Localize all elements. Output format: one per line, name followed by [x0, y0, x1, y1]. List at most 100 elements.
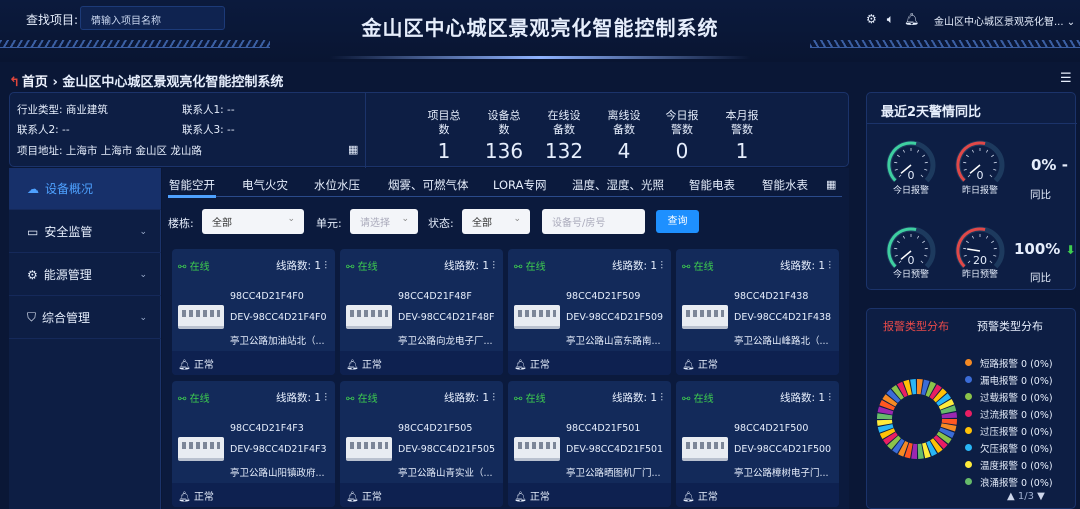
- yesterday-warning-value: 20: [973, 254, 987, 267]
- card-footer: 🔔︎ 正常: [340, 351, 503, 375]
- device-id: DEV-98CC4D21F500: [734, 444, 832, 455]
- sliders-icon[interactable]: ⫶: [828, 392, 831, 404]
- link-icon: ⚯: [682, 394, 691, 405]
- tab-alarm-distribution[interactable]: 报警类型分布: [883, 318, 949, 334]
- stat-item: 在线设 备数 132: [539, 109, 589, 163]
- card-footer: 🔔︎ 正常: [676, 351, 839, 375]
- energy-icon: ⚙: [27, 267, 38, 282]
- device-type-tab[interactable]: 电气火灾: [242, 177, 288, 193]
- chevron-down-icon[interactable]: ⌄: [139, 227, 147, 237]
- page-up-icon[interactable]: ▲: [1007, 491, 1015, 502]
- header-icons: ⚙ 🔈︎ 🔔︎: [866, 12, 919, 27]
- device-code: 98CC4D21F48F: [398, 291, 472, 302]
- line-count-text: 线路数: 1: [275, 260, 322, 272]
- user-menu[interactable]: 金山区中心城区景观亮化智... ⌄: [934, 13, 1075, 28]
- sidebar: ☁ 设备概况 ▭ 安全监管 ⌄ ⚙ 能源管理 ⌄ ⛉ 综合管理 ⌄: [9, 168, 161, 509]
- device-card[interactable]: ⚯ 在线 线路数: 1 ⫶ 98CC4D21F509 DEV-98CC4D21F…: [508, 249, 671, 375]
- online-status: ⚯ 在线: [346, 390, 378, 405]
- device-card[interactable]: ⚯ 在线 线路数: 1 ⫶ 98CC4D21F505 DEV-98CC4D21F…: [340, 381, 503, 507]
- legend-item: 温度报警 0 (0%): [965, 456, 1053, 473]
- collapse-menu-icon[interactable]: ☰: [1060, 71, 1072, 86]
- legend-label: 温度报警 0 (0%): [980, 460, 1053, 472]
- divider: [867, 123, 1077, 124]
- back-arrow-icon[interactable]: ↰: [9, 75, 20, 90]
- sidebar-item[interactable]: ⛉ 综合管理 ⌄: [9, 297, 161, 339]
- sidebar-item[interactable]: ▭ 安全监管 ⌄: [9, 211, 161, 253]
- device-address: 亭卫公路山富东路南...: [566, 336, 661, 347]
- speaker-icon[interactable]: 🔈︎: [887, 12, 894, 27]
- header-decoration-center: [330, 56, 750, 59]
- device-type-tab[interactable]: 智能水表: [762, 177, 808, 193]
- online-status: ⚯ 在线: [514, 258, 546, 273]
- tabs-divider: [168, 196, 842, 197]
- device-id: DEV-98CC4D21F4F0: [230, 312, 327, 323]
- bell-icon[interactable]: 🔔︎: [904, 12, 919, 27]
- device-address: 亭卫公路樟树电子门...: [734, 468, 829, 479]
- breaker-device-image: [514, 305, 560, 329]
- device-state: 正常: [361, 492, 382, 503]
- sliders-icon[interactable]: ⫶: [324, 392, 327, 404]
- device-address: 亭卫公路山青实业（...: [398, 468, 493, 479]
- contact-2: 联系人2: --: [17, 124, 70, 136]
- sliders-icon[interactable]: ⫶: [492, 260, 495, 272]
- chevron-down-icon[interactable]: ⌄: [139, 270, 147, 280]
- device-card[interactable]: ⚯ 在线 线路数: 1 ⫶ 98CC4D21F4F0 DEV-98CC4D21F…: [172, 249, 335, 375]
- device-type-tab[interactable]: 水位水压: [314, 177, 360, 193]
- breaker-device-image: [514, 437, 560, 461]
- chevron-down-icon[interactable]: ⌄: [139, 313, 147, 323]
- device-card[interactable]: ⚯ 在线 线路数: 1 ⫶ 98CC4D21F438 DEV-98CC4D21F…: [676, 249, 839, 375]
- online-status-text: 在线: [357, 394, 378, 405]
- stat-label: 本月报: [725, 109, 759, 122]
- sidebar-item[interactable]: ⚙ 能源管理 ⌄: [9, 254, 161, 296]
- legend-item: 过压报警 0 (0%): [965, 422, 1053, 439]
- device-id: DEV-98CC4D21F48F: [398, 312, 495, 323]
- device-card[interactable]: ⚯ 在线 线路数: 1 ⫶ 98CC4D21F501 DEV-98CC4D21F…: [508, 381, 671, 507]
- device-main-panel: 智能空开 电气火灾 水位水压 烟雾、可燃气体 LORA专网 温度、湿度、光照 智能电表 智能水…: [162, 168, 849, 509]
- link-icon: ⚯: [682, 262, 691, 273]
- stat-value: 1: [735, 139, 749, 163]
- monitor-icon: ▭: [27, 224, 39, 239]
- status-select[interactable]: 全部 ⌄: [462, 209, 530, 234]
- device-card[interactable]: ⚯ 在线 线路数: 1 ⫶ 98CC4D21F4F3 DEV-98CC4D21F…: [172, 381, 335, 507]
- stat-label: 今日报: [665, 109, 699, 122]
- device-card[interactable]: ⚯ 在线 线路数: 1 ⫶ 98CC4D21F48F DEV-98CC4D21F…: [340, 249, 503, 375]
- device-address: 亭卫公路山峰路北（...: [734, 336, 829, 347]
- floor-select[interactable]: 全部 ⌄: [202, 209, 304, 234]
- device-type-tab[interactable]: 智能电表: [689, 177, 735, 193]
- unit-select[interactable]: 请选择 ⌄: [350, 209, 418, 234]
- sliders-icon[interactable]: ⫶: [828, 260, 831, 272]
- page-down-icon[interactable]: ▼: [1037, 491, 1045, 502]
- sliders-icon[interactable]: ⫶: [660, 392, 663, 404]
- online-status: ⚯ 在线: [514, 390, 546, 405]
- breadcrumb-separator: ›: [52, 75, 58, 90]
- chevron-down-icon: ⌄: [1066, 17, 1076, 28]
- distribution-donut: [876, 378, 958, 460]
- tab-warning-distribution[interactable]: 预警类型分布: [977, 318, 1043, 334]
- contact-3: 联系人3: --: [182, 124, 235, 136]
- sliders-icon[interactable]: ⫶: [660, 260, 663, 272]
- device-number-input[interactable]: 设备号/房号: [542, 209, 645, 234]
- device-card[interactable]: ⚯ 在线 线路数: 1 ⫶ 98CC4D21F500 DEV-98CC4D21F…: [676, 381, 839, 507]
- sidebar-item[interactable]: ☁ 设备概况: [9, 168, 161, 210]
- online-status-text: 在线: [525, 262, 546, 273]
- device-type-tab[interactable]: 智能空开: [169, 177, 215, 193]
- device-type-tab[interactable]: 烟雾、可燃气体: [388, 177, 469, 193]
- sliders-icon[interactable]: ⫶: [324, 260, 327, 272]
- query-button[interactable]: 查询: [656, 210, 699, 233]
- online-status: ⚯ 在线: [178, 258, 210, 273]
- device-type-tab[interactable]: 温度、湿度、光照: [572, 177, 664, 193]
- breadcrumb-home[interactable]: 首页: [22, 75, 48, 90]
- settings-icon[interactable]: ⚙: [866, 12, 877, 27]
- tab-grid-icon[interactable]: ▦: [826, 178, 836, 191]
- stat-value: 1: [437, 139, 451, 163]
- legend-label: 过载报警 0 (0%): [980, 392, 1053, 404]
- device-code: 98CC4D21F509: [566, 291, 641, 302]
- legend-dot: [965, 376, 972, 383]
- stat-label-line2: 数: [498, 123, 510, 136]
- device-id: DEV-98CC4D21F501: [566, 444, 664, 455]
- device-type-tab[interactable]: LORA专网: [493, 177, 546, 193]
- legend-dot: [965, 478, 972, 485]
- chevron-down-icon: ⌄: [401, 214, 409, 224]
- grid-icon[interactable]: ▦: [348, 143, 358, 156]
- sliders-icon[interactable]: ⫶: [492, 392, 495, 404]
